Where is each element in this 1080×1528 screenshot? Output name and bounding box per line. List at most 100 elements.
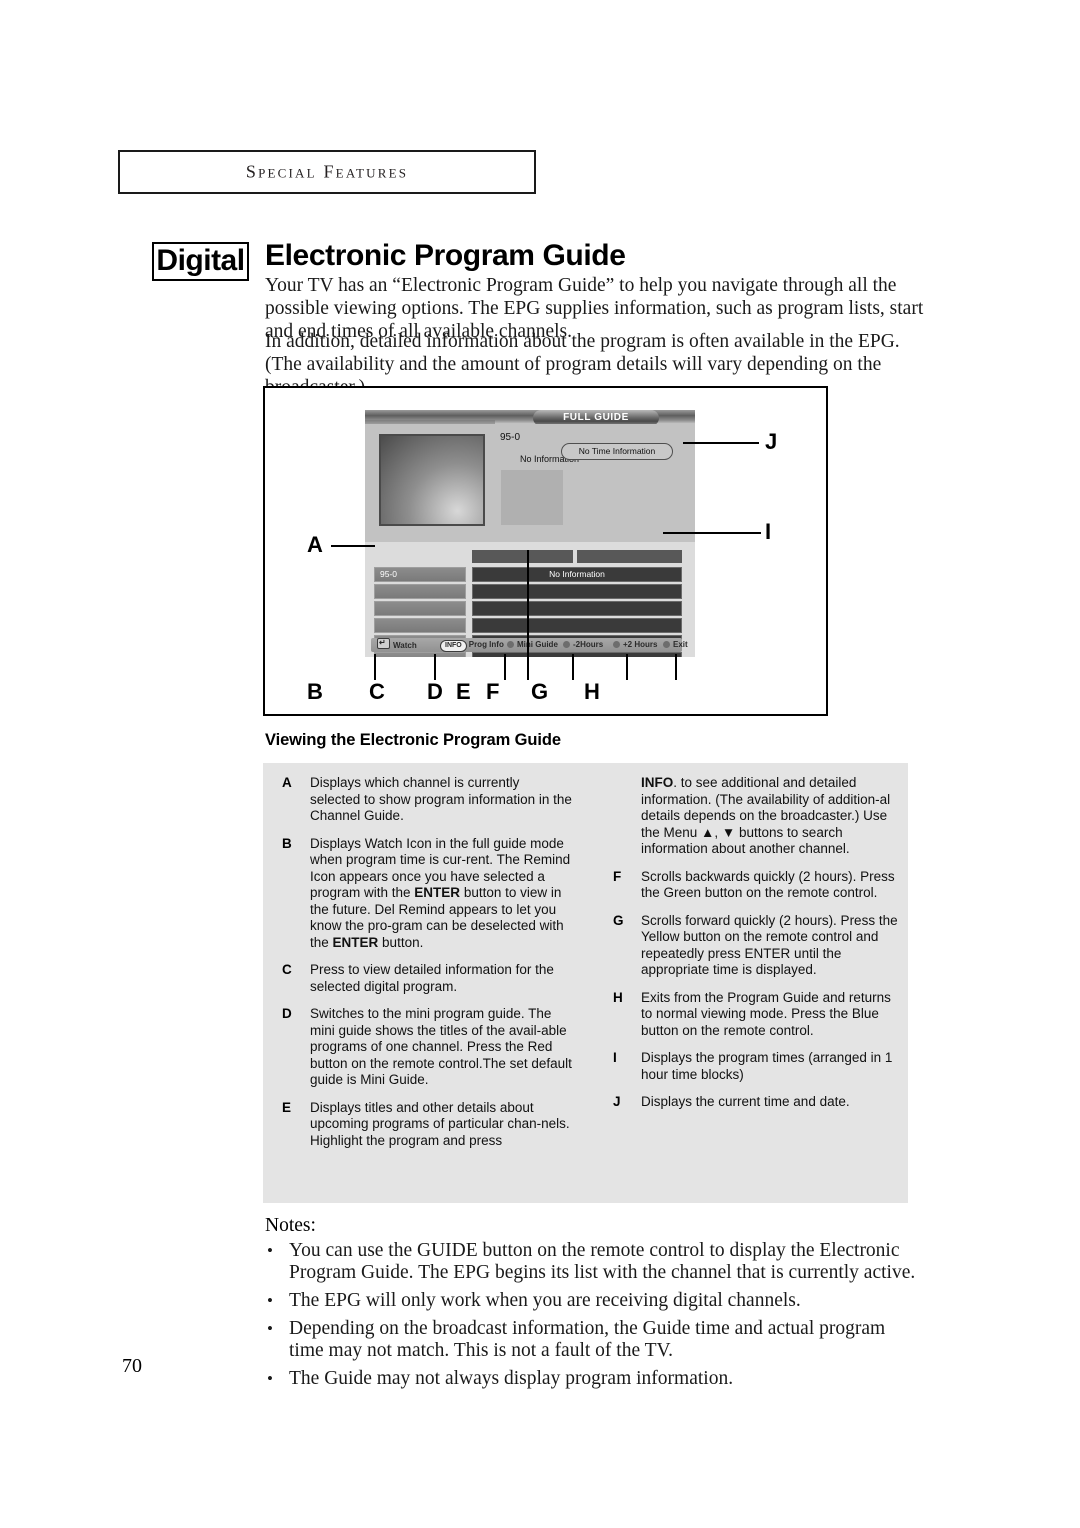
description-key: I [613, 1050, 617, 1065]
epg-channel-number: 95-0 [500, 432, 521, 443]
epg-channel-cell[interactable] [374, 584, 466, 599]
description-key: E [282, 1099, 292, 1115]
note-item: • The EPG will only work when you are rec… [265, 1290, 920, 1312]
bullet-icon: • [267, 1369, 273, 1388]
leader-line-j [683, 442, 759, 444]
epg-program-cell[interactable] [472, 584, 682, 599]
description-row: C Press to view detailed information for … [282, 962, 572, 995]
note-text: The EPG will only work when you are rece… [289, 1290, 801, 1311]
description-row: B Displays Watch Icon in the full guide m… [282, 836, 572, 952]
callout-b: B [307, 679, 323, 704]
description-row: A Displays which channel is currently sel… [282, 775, 572, 825]
section-header-box: Special Features [118, 150, 536, 194]
epg-bottom-plus-2-hours-label: +2 Hours [623, 640, 658, 649]
description-text: Displays which channel is currently sele… [310, 775, 572, 823]
epg-thumbnail-box [501, 470, 563, 525]
description-row: F Scrolls backwards quickly (2 hours). Pr… [613, 869, 903, 902]
bullet-icon: • [267, 1241, 273, 1260]
note-text: You can use the GUIDE button on the remo… [289, 1240, 916, 1283]
info-icon: INFO [440, 640, 467, 652]
description-key: D [282, 1006, 292, 1021]
callout-j: J [765, 429, 778, 454]
notes-label: Notes: [265, 1215, 316, 1236]
blue-dot-icon [663, 641, 670, 648]
bullet-icon: • [267, 1319, 273, 1338]
description-key: B [282, 835, 292, 851]
callout-a: A [307, 532, 323, 557]
red-dot-icon [507, 641, 514, 648]
note-text: The Guide may not always display program… [289, 1368, 734, 1389]
section-header-label: Special Features [245, 161, 409, 182]
bullet-icon: • [267, 1291, 273, 1310]
epg-bottom-watch-label: Watch [393, 641, 417, 650]
epg-program-cell[interactable] [472, 601, 682, 616]
epg-time-header-block-1 [472, 550, 573, 563]
epg-time-information-pill: No Time Information [561, 443, 673, 460]
leader-line-b [374, 654, 376, 680]
epg-bottom-prog-info[interactable]: INFO Prog Info [440, 638, 504, 652]
epg-channel-cell[interactable]: 95-0 [374, 567, 466, 582]
epg-program-cell[interactable] [472, 618, 682, 633]
epg-bottom-mini-guide-label: Mini Guide [517, 640, 558, 649]
epg-bottom-exit-label: Exit [673, 640, 688, 649]
epg-bottom-minus-2-hours[interactable]: -2Hours [563, 638, 603, 652]
page-title: Electronic Program Guide [265, 239, 626, 272]
callout-f: F [486, 679, 500, 704]
epg-bottom-prog-info-label: Prog Info [468, 640, 504, 649]
callout-i: I [765, 519, 772, 544]
note-item: • Depending on the broadcast information,… [265, 1318, 920, 1362]
description-row: J Displays the current time and date. [613, 1094, 903, 1111]
description-key: H [613, 989, 623, 1005]
epg-bottom-exit[interactable]: Exit [663, 638, 688, 652]
description-key: J [613, 1094, 621, 1109]
epg-figure-frame: FULL GUIDE 95-0 No Information No Time I… [263, 386, 828, 716]
description-text: Exits from the Program Guide and returns… [641, 989, 891, 1038]
description-row: H Exits from the Program Guide and return… [613, 990, 903, 1040]
page-number: 70 [122, 1355, 142, 1377]
sub-heading: Viewing the Electronic Program Guide [265, 731, 561, 749]
digital-badge: Digital [152, 242, 249, 281]
description-text: INFO. to see additional and detailed inf… [641, 775, 891, 856]
descriptions-column-left: A Displays which channel is currently sel… [282, 775, 572, 1160]
description-row: I Displays the program times (arranged in… [613, 1050, 903, 1083]
green-dot-icon [563, 641, 570, 648]
leader-line-f [572, 654, 574, 680]
enter-icon [377, 636, 390, 650]
description-key: F [613, 868, 622, 884]
epg-program-cell[interactable]: No Information [472, 567, 682, 582]
epg-upper-panel: 95-0 No Information No Time Information [365, 424, 695, 542]
leader-line-c [434, 654, 436, 680]
epg-bottom-plus-2-hours[interactable]: +2 Hours [613, 638, 657, 652]
epg-time-header-block-2 [577, 550, 682, 563]
description-text: Displays the current time and date. [641, 1094, 850, 1109]
leader-line-h [675, 654, 677, 680]
leader-line-i [663, 532, 761, 534]
callout-c: C [369, 679, 385, 704]
callout-g: G [531, 679, 549, 704]
descriptions-panel: A Displays which channel is currently sel… [263, 763, 908, 1203]
epg-video-preview [379, 434, 485, 526]
description-key [613, 775, 641, 858]
description-key: G [613, 912, 624, 928]
description-key: A [282, 775, 292, 790]
epg-channel-cell[interactable] [374, 618, 466, 633]
callout-d: D [427, 679, 443, 704]
yellow-dot-icon [613, 641, 620, 648]
description-row: INFO. to see additional and detailed inf… [613, 775, 903, 858]
descriptions-column-right: INFO. to see additional and detailed inf… [613, 775, 903, 1122]
description-row: G Scrolls forward quickly (2 hours). Pres… [613, 913, 903, 979]
description-text: Displays Watch Icon in the full guide mo… [310, 835, 571, 950]
epg-bottom-minus-2-hours-label: -2Hours [573, 640, 604, 649]
callout-h: H [584, 679, 600, 704]
description-text: Scrolls forward quickly (2 hours). Press… [641, 912, 898, 978]
note-item: • The Guide may not always display progra… [265, 1368, 920, 1390]
epg-bottom-watch[interactable]: Watch [377, 636, 417, 652]
epg-channel-cell[interactable] [374, 601, 466, 616]
note-text: Depending on the broadcast information, … [289, 1318, 886, 1361]
notes-list: • You can use the GUIDE button on the rem… [265, 1240, 920, 1396]
description-row: D Switches to the mini program guide. The… [282, 1006, 572, 1089]
epg-mock-screen: FULL GUIDE 95-0 No Information No Time I… [365, 410, 695, 657]
epg-channel-cell[interactable] [374, 652, 466, 657]
epg-bottom-mini-guide[interactable]: Mini Guide [507, 638, 558, 652]
callout-e: E [456, 679, 471, 704]
